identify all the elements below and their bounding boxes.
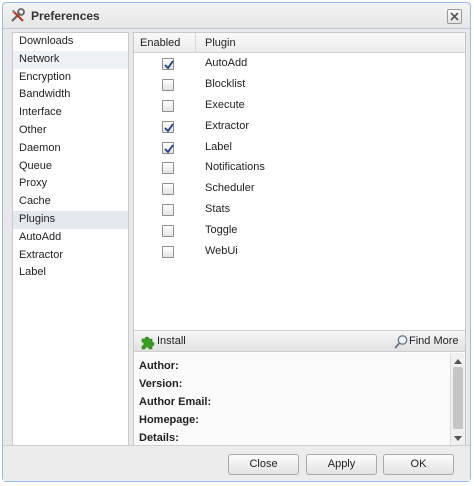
version-label: Version: [139,378,183,390]
sidebar-item-label[interactable]: Label [13,264,128,282]
sidebar-item-other[interactable]: Other [13,122,128,140]
puzzle-piece-icon [141,336,155,350]
plugin-name: AutoAdd [205,57,248,69]
sidebar-item-daemon[interactable]: Daemon [13,140,128,158]
window-title: Preferences [31,9,100,23]
checkmark-icon [164,123,174,133]
install-label: Install [157,335,186,347]
sidebar-item-plugins[interactable]: Plugins [13,210,128,229]
author-email-label: Author Email: [139,396,212,408]
ok-button[interactable]: OK [383,454,454,475]
scroll-down-arrow-icon[interactable] [453,435,463,443]
homepage-label: Homepage: [139,414,199,426]
plugin-row-blocklist[interactable]: Blocklist [134,75,465,96]
plugin-enabled-checkbox[interactable] [162,183,174,196]
plugins-toolbar: Install Find More [134,330,465,352]
magnifier-icon [394,335,408,349]
close-button[interactable]: Close [228,454,299,475]
plugin-row-execute[interactable]: Execute [134,96,465,117]
details-scrollbar[interactable] [450,353,465,446]
plugin-name: Toggle [205,224,238,237]
sidebar-item-proxy[interactable]: Proxy [13,175,128,193]
close-icon [450,12,459,21]
plugin-name: Extractor [205,119,250,132]
apply-button[interactable]: Apply [306,454,377,475]
plugin-enabled-checkbox[interactable] [162,225,174,238]
plugin-enabled-checkbox[interactable] [162,204,174,217]
plugins-panel: Enabled Plugin AutoAdd Blocklist Execute [133,32,466,447]
plugin-enabled-checkbox[interactable] [162,78,174,91]
plugin-row-toggle[interactable]: Toggle [134,221,465,242]
plugin-enabled-checkbox[interactable] [162,162,174,175]
plugin-row-extractor[interactable]: Extractor [134,117,465,138]
window-body: Downloads Network Encryption Bandwidth I… [3,30,470,481]
sidebar-item-extractor[interactable]: Extractor [13,247,128,265]
scroll-up-arrow-icon[interactable] [453,357,463,365]
plugin-row-scheduler[interactable]: Scheduler [134,179,465,200]
sidebar-item-downloads[interactable]: Downloads [13,33,128,51]
sidebar-item-autoadd[interactable]: AutoAdd [13,229,128,247]
plugin-row-autoadd[interactable]: AutoAdd [134,54,465,75]
checkmark-icon [164,60,174,70]
sidebar-item-bandwidth[interactable]: Bandwidth [13,86,128,104]
plugins-list: AutoAdd Blocklist Execute Extractor Labe… [134,54,465,263]
dialog-footer: Close Apply OK [3,445,470,481]
column-header-enabled[interactable]: Enabled [134,33,196,53]
plugin-row-webui[interactable]: WebUi [134,242,465,263]
find-more-button[interactable]: Find More [393,334,461,350]
sidebar-item-network[interactable]: Network [13,50,128,69]
plugin-enabled-checkbox[interactable] [162,58,174,70]
plugin-name: Execute [205,98,245,111]
plugin-details: Author: Version: Author Email: Homepage:… [134,353,465,446]
plugin-name: Notifications [205,161,265,174]
scrollbar-thumb[interactable] [453,367,463,429]
plugins-grid-header: Enabled Plugin [134,33,465,53]
plugin-enabled-checkbox[interactable] [162,141,174,154]
sidebar-item-encryption[interactable]: Encryption [13,69,128,87]
plugin-enabled-checkbox[interactable] [162,120,174,133]
preferences-window: Preferences Downloads Network Encryption… [2,2,471,482]
find-more-label: Find More [409,335,459,347]
column-header-plugin[interactable]: Plugin [197,33,236,53]
plugin-name: Stats [205,203,231,216]
plugin-row-stats[interactable]: Stats [134,200,465,221]
plugin-name: Scheduler [205,182,255,195]
plugin-name: Blocklist [205,77,246,90]
plugin-name: Label [205,140,232,153]
plugin-enabled-checkbox[interactable] [162,246,174,259]
title-bar[interactable]: Preferences [3,3,470,29]
checkmark-icon [164,144,174,153]
plugin-row-label[interactable]: Label [134,138,465,159]
author-label: Author: [139,360,179,372]
close-window-button[interactable] [447,9,462,24]
sidebar-item-queue[interactable]: Queue [13,158,128,176]
details-label: Details: [139,432,179,444]
tools-icon [10,8,26,24]
sidebar-item-interface[interactable]: Interface [13,104,128,122]
plugin-enabled-checkbox[interactable] [162,99,174,112]
preferences-sidebar: Downloads Network Encryption Bandwidth I… [12,32,129,447]
plugin-row-notifications[interactable]: Notifications [134,158,465,179]
plugin-name: WebUi [205,245,238,258]
sidebar-item-cache[interactable]: Cache [13,193,128,211]
